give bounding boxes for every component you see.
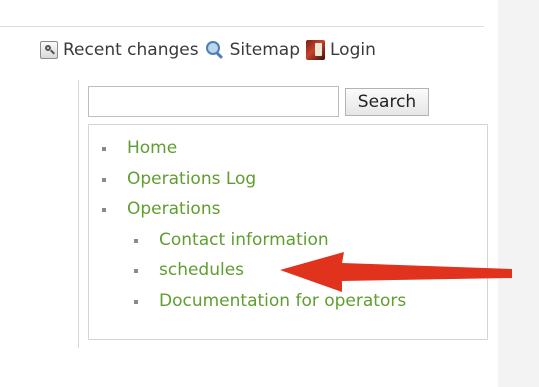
- red-arrow-icon: [280, 252, 512, 292]
- login-label: Login: [330, 40, 376, 60]
- magnifier-icon: [205, 40, 225, 60]
- sitemap-link[interactable]: Sitemap: [205, 40, 300, 60]
- bullet-icon: [134, 239, 138, 243]
- login-door-icon: [306, 40, 325, 60]
- bullet-icon: [102, 147, 106, 151]
- recent-changes-link[interactable]: Recent changes: [40, 40, 199, 60]
- header-divider: [0, 26, 484, 27]
- login-link[interactable]: Login: [306, 40, 376, 60]
- right-panel: [498, 0, 539, 387]
- bullet-icon: [134, 300, 138, 304]
- navigation-box: Home Operations Log Operations Contact i…: [88, 124, 488, 340]
- magnifier-doc-icon: [40, 41, 58, 59]
- nav-label-operations[interactable]: Operations: [127, 199, 220, 219]
- sitemap-label: Sitemap: [229, 40, 300, 60]
- search-input[interactable]: [88, 86, 339, 117]
- top-links: Recent changes Sitemap Login: [40, 36, 382, 64]
- recent-changes-label: Recent changes: [63, 40, 199, 60]
- bullet-icon: [102, 178, 106, 182]
- nav-label-home[interactable]: Home: [127, 138, 177, 158]
- bullet-icon: [134, 269, 138, 273]
- nav-label-schedules[interactable]: schedules: [159, 260, 244, 280]
- nav-label-contact-information[interactable]: Contact information: [159, 230, 329, 250]
- sidebar-left-border: [78, 80, 79, 348]
- nav-label-operations-log[interactable]: Operations Log: [127, 169, 256, 189]
- bullet-icon: [102, 208, 106, 212]
- search-button[interactable]: Search: [345, 88, 429, 116]
